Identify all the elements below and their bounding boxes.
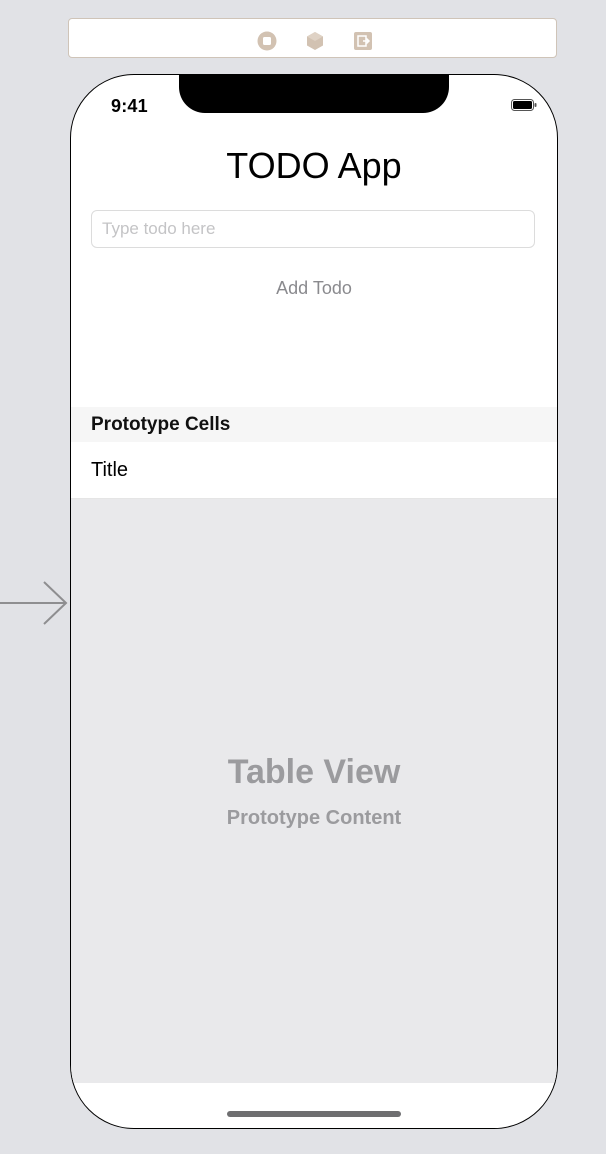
scene-dock bbox=[68, 18, 557, 58]
view-controller-icon[interactable] bbox=[257, 31, 277, 51]
cell-title-label: Title bbox=[91, 459, 129, 481]
first-responder-icon[interactable] bbox=[305, 31, 323, 50]
notch bbox=[179, 75, 449, 113]
table-view-label: Table View bbox=[227, 753, 401, 791]
page-title: TODO App bbox=[226, 145, 402, 186]
status-time: 9:41 bbox=[111, 96, 148, 116]
prototype-content-label: Prototype Content bbox=[226, 807, 402, 829]
iphone-frame: 9:41 TODO App Add Todo Prototype Cells T… bbox=[70, 74, 558, 1129]
battery-icon bbox=[511, 99, 537, 111]
home-indicator bbox=[227, 1111, 401, 1117]
initial-view-controller-arrow-icon bbox=[0, 581, 68, 625]
add-todo-button[interactable]: Add Todo bbox=[71, 278, 557, 299]
exit-icon[interactable] bbox=[353, 31, 372, 50]
table-cell[interactable]: Title bbox=[71, 442, 557, 499]
prototype-cells-header: Prototype Cells bbox=[71, 407, 557, 442]
section-header-label: Prototype Cells bbox=[91, 414, 231, 435]
table-view[interactable]: Table View Prototype Content bbox=[71, 499, 557, 1083]
todo-input[interactable] bbox=[91, 210, 535, 248]
